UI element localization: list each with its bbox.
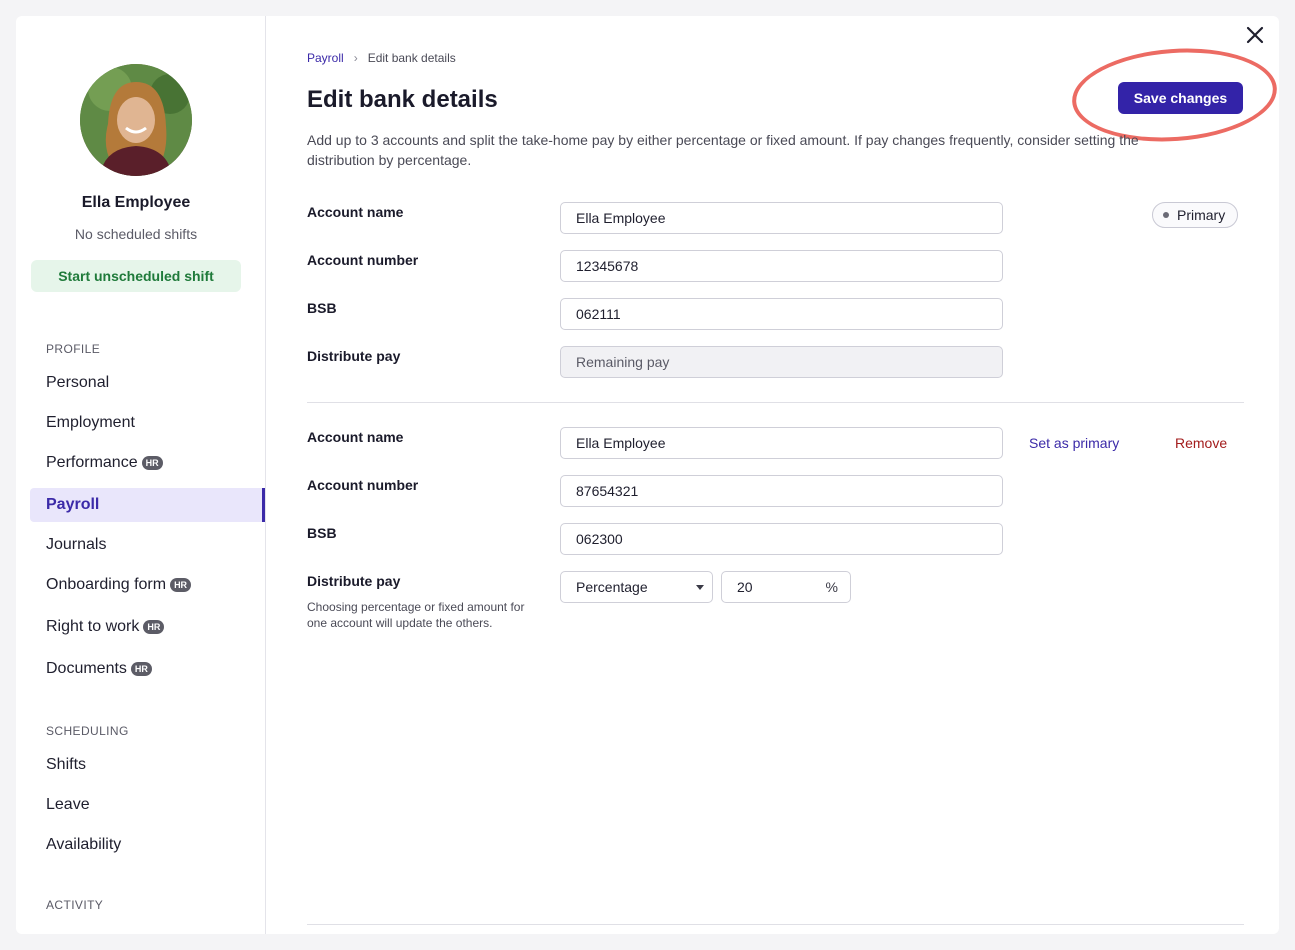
footer-divider	[307, 924, 1244, 925]
sidebar-item-label: Availability	[46, 836, 122, 853]
account1-bsb-label: BSB	[307, 300, 337, 316]
sidebar-item-label: Payroll	[46, 496, 100, 513]
main-content: Payroll › Edit bank details Edit bank de…	[267, 16, 1279, 934]
percent-unit: %	[825, 579, 838, 595]
sidebar-item-onboarding-form[interactable]: Onboarding form HR	[30, 568, 265, 602]
shift-status: No scheduled shifts	[74, 226, 198, 242]
account2-bsb-input[interactable]	[560, 523, 1003, 555]
sidebar: Ella Employee No scheduled shifts Start …	[16, 16, 266, 934]
primary-badge: Primary	[1152, 202, 1239, 228]
sidebar-item-journals[interactable]: Journals	[30, 528, 265, 562]
remove-account-link[interactable]: Remove	[1175, 435, 1227, 451]
section-label-scheduling: SCHEDULING	[46, 724, 129, 738]
primary-badge-label: Primary	[1177, 207, 1226, 223]
account1-bsb-input[interactable]	[560, 298, 1003, 330]
hr-badge: HR	[141, 456, 163, 470]
section-label-activity: ACTIVITY	[46, 898, 104, 912]
hr-badge: HR	[143, 620, 165, 634]
page-description: Add up to 3 accounts and split the take-…	[307, 132, 1139, 168]
distribute-percent-field[interactable]: %	[721, 571, 851, 603]
section-label-profile: PROFILE	[46, 342, 101, 356]
distribute-percent-input[interactable]	[737, 579, 807, 595]
sidebar-item-payroll[interactable]: Payroll	[30, 488, 265, 522]
breadcrumb-current: Edit bank details	[367, 51, 456, 65]
distribute-mode-select[interactable]: Percentage	[560, 571, 713, 603]
chevron-right-icon: ›	[353, 51, 358, 65]
account1-name-label: Account name	[307, 204, 404, 220]
account2-distribute-label: Distribute pay	[307, 573, 401, 589]
sidebar-item-label: Performance	[46, 454, 138, 471]
sidebar-item-personal[interactable]: Personal	[30, 366, 265, 400]
distribute-hint: Choosing percentage or fixed amount for …	[307, 600, 525, 630]
sidebar-item-right-to-work[interactable]: Right to work HR	[30, 610, 265, 644]
sidebar-item-label: Personal	[46, 374, 110, 391]
account-divider	[307, 402, 1244, 403]
sidebar-item-performance[interactable]: Performance HR	[30, 446, 265, 480]
start-unscheduled-shift-button[interactable]: Start unscheduled shift	[31, 260, 241, 292]
avatar-photo-icon	[80, 64, 192, 176]
close-icon[interactable]	[1244, 24, 1266, 46]
sidebar-item-leave[interactable]: Leave	[30, 788, 265, 822]
set-as-primary-link[interactable]: Set as primary	[1029, 435, 1119, 451]
sidebar-item-label: Employment	[46, 414, 135, 431]
avatar	[80, 64, 192, 176]
caret-down-icon	[696, 585, 704, 590]
sidebar-item-label: Shifts	[46, 756, 87, 773]
account2-number-input[interactable]	[560, 475, 1003, 507]
distribute-mode-value: Percentage	[576, 579, 648, 595]
sidebar-item-label: Documents	[46, 660, 127, 677]
account1-number-input[interactable]	[560, 250, 1003, 282]
account1-number-label: Account number	[307, 252, 419, 268]
account2-bsb-label: BSB	[307, 525, 337, 541]
account1-distribute-input	[560, 346, 1003, 378]
account2-name-input[interactable]	[560, 427, 1003, 459]
breadcrumb-payroll-link[interactable]: Payroll	[307, 51, 344, 65]
sidebar-item-employment[interactable]: Employment	[30, 406, 265, 440]
account2-name-label: Account name	[307, 429, 404, 445]
hr-badge: HR	[130, 662, 152, 676]
sidebar-item-label: Right to work	[46, 618, 140, 635]
sidebar-item-label: Onboarding form	[46, 576, 167, 593]
sidebar-item-label: Journals	[46, 536, 107, 553]
sidebar-item-shifts[interactable]: Shifts	[30, 748, 265, 782]
sidebar-item-availability[interactable]: Availability	[30, 828, 265, 862]
account1-distribute-label: Distribute pay	[307, 348, 401, 364]
account1-name-input[interactable]	[560, 202, 1003, 234]
breadcrumb: Payroll › Edit bank details	[307, 51, 456, 65]
sidebar-item-documents[interactable]: Documents HR	[30, 652, 265, 686]
account2-number-label: Account number	[307, 477, 419, 493]
sidebar-item-label: Leave	[46, 796, 90, 813]
employee-profile-window: Ella Employee No scheduled shifts Start …	[16, 16, 1279, 934]
dot-icon	[1163, 212, 1169, 218]
page-title: Edit bank details	[307, 86, 498, 113]
save-changes-button[interactable]: Save changes	[1118, 82, 1243, 114]
hr-badge: HR	[170, 578, 192, 592]
employee-name: Ella Employee	[81, 194, 191, 211]
